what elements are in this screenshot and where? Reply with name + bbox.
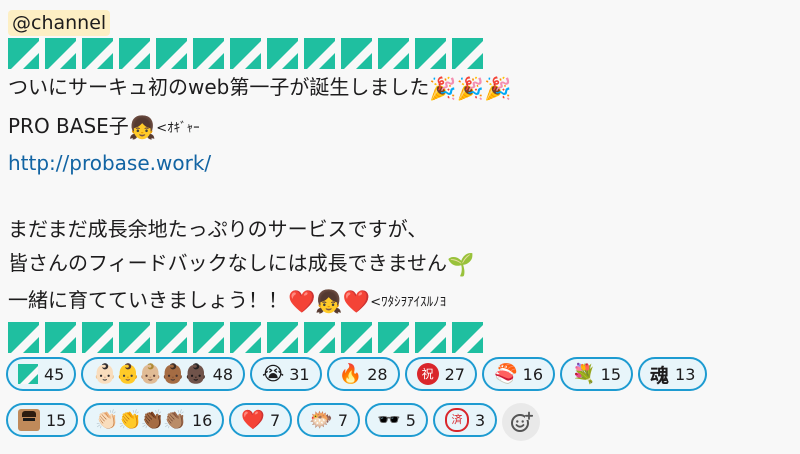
reaction-celebrate[interactable]: 祝 27 bbox=[404, 357, 477, 391]
reactions-row-2: 15 👏🏻👏👏🏾👏🏽 16 ❤️ 7 🐡 7 🕶️ 5 済 3 bbox=[6, 403, 796, 441]
tile-emoji-icon bbox=[230, 38, 261, 69]
reaction-sushi[interactable]: 🍣 16 bbox=[481, 357, 555, 391]
reaction-count: 7 bbox=[270, 410, 281, 430]
reaction-count: 5 bbox=[405, 410, 416, 430]
reaction-babies[interactable]: 👶🏻👶👶🏼👶🏾👶🏿 48 bbox=[81, 357, 246, 391]
reaction-count: 45 bbox=[44, 364, 65, 384]
message-line-1: ついにサーキュ初のweb第一子が誕生しました🎉🎉🎉 bbox=[8, 70, 792, 107]
tile-emoji-icon bbox=[45, 322, 76, 353]
tile-emoji-icon bbox=[341, 38, 372, 69]
reaction-soul[interactable]: 魂 13 bbox=[638, 357, 708, 391]
tile-icon bbox=[18, 364, 38, 384]
bouquet-icon: 💐 bbox=[572, 362, 596, 385]
reaction-done[interactable]: 済 3 bbox=[432, 403, 498, 437]
tile-emoji-icon bbox=[415, 38, 446, 69]
reactions-row-1: 45 👶🏻👶👶🏼👶🏾👶🏿 48 😭 31 🔥 28 祝 27 🍣 16 💐 15 bbox=[6, 357, 796, 395]
reaction-fire[interactable]: 🔥 28 bbox=[326, 357, 400, 391]
tile-emoji-icon bbox=[230, 322, 261, 353]
line4-text: 皆さんのフィードバックなしには成長できません bbox=[8, 251, 447, 275]
reaction-tile[interactable]: 45 bbox=[6, 357, 77, 391]
probase-link[interactable]: http://probase.work/ bbox=[8, 151, 211, 175]
tile-emoji-icon bbox=[267, 322, 298, 353]
seedling-icon: 🌱 bbox=[447, 253, 475, 278]
avatar-image-icon bbox=[18, 409, 40, 431]
tile-emoji-icon bbox=[304, 38, 335, 69]
heart-icon: ❤️ bbox=[241, 408, 265, 431]
tile-emoji-icon bbox=[8, 38, 39, 69]
reaction-sunglasses[interactable]: 🕶️ 5 bbox=[365, 403, 428, 437]
tile-emoji-icon bbox=[193, 322, 224, 353]
sushi-icon: 🍣 bbox=[493, 362, 518, 385]
fire-icon: 🔥 bbox=[338, 362, 363, 385]
tile-emoji-icon bbox=[119, 38, 150, 69]
reactions-bar: 45 👶🏻👶👶🏼👶🏾👶🏿 48 😭 31 🔥 28 祝 27 🍣 16 💐 15 bbox=[6, 357, 796, 449]
tile-emoji-icon bbox=[415, 322, 446, 353]
tile-emoji-icon bbox=[341, 322, 372, 353]
baby-faces-icon: 👶🏻👶👶🏼👶🏾👶🏿 bbox=[93, 362, 207, 385]
girl-icon: 👧 bbox=[128, 116, 157, 141]
line2-small-text: <ｵｷﾞｬｰ bbox=[156, 121, 200, 136]
sunglasses-icon: 🕶️ bbox=[377, 408, 401, 431]
done-stamp-icon: 済 bbox=[444, 408, 469, 432]
message-line-3: まだまだ成長余地たっぷりのサービスですが、 bbox=[8, 212, 792, 246]
reaction-count: 28 bbox=[367, 364, 388, 384]
reaction-count: 31 bbox=[289, 364, 310, 384]
tile-emoji-icon bbox=[267, 38, 298, 69]
message-line-5: 一緒に育てていきましょう！！❤️👧❤️<ﾜﾀｼｦｱｲｽﾙﾉﾖ bbox=[8, 283, 792, 320]
reaction-count: 15 bbox=[600, 364, 622, 384]
tile-emoji-icon bbox=[45, 38, 76, 69]
line3-text: まだまだ成長余地たっぷりのサービスですが、 bbox=[8, 217, 428, 241]
message-line-4: 皆さんのフィードバックなしには成長できません🌱 bbox=[8, 246, 792, 283]
reaction-count: 15 bbox=[46, 410, 67, 430]
reaction-creature[interactable]: 🐡 7 bbox=[297, 403, 361, 437]
reaction-count: 13 bbox=[675, 364, 696, 384]
reaction-count: 27 bbox=[444, 364, 465, 384]
tile-emoji-icon bbox=[378, 322, 409, 353]
line2-text: PRO BASE子 bbox=[8, 114, 129, 138]
reaction-count: 3 bbox=[474, 410, 486, 430]
reaction-avatar[interactable]: 15 bbox=[6, 403, 79, 437]
party-popper-icon: 🎉🎉🎉 bbox=[429, 77, 512, 102]
channel-mention[interactable]: @channel bbox=[8, 10, 111, 36]
message-line-2: PRO BASE子👧<ｵｷﾞｬｰ bbox=[8, 109, 792, 146]
heart-girl-heart-icon: ❤️👧❤️ bbox=[288, 290, 371, 315]
clapping-hands-icon: 👏🏻👏👏🏾👏🏽 bbox=[95, 408, 187, 431]
tile-emoji-icon bbox=[119, 322, 150, 353]
message-body: @channel ついにサーキュ初のweb第一子が誕生しました🎉🎉🎉 PRO B… bbox=[8, 10, 792, 354]
tile-emoji-icon bbox=[82, 38, 113, 69]
add-reaction-button[interactable] bbox=[502, 403, 541, 441]
reaction-clap[interactable]: 👏🏻👏👏🏾👏🏽 16 bbox=[83, 403, 225, 437]
reaction-count: 16 bbox=[192, 410, 213, 430]
crying-face-icon: 😭 bbox=[262, 362, 284, 385]
tile-emoji-icon bbox=[452, 322, 483, 353]
tile-emoji-icon bbox=[156, 38, 187, 69]
blowfish-icon: 🐡 bbox=[309, 408, 333, 431]
tile-emoji-row-top bbox=[8, 38, 792, 70]
message-link-line: http://probase.work/ bbox=[8, 146, 792, 180]
tile-emoji-row-bottom bbox=[8, 322, 792, 354]
reaction-sob[interactable]: 😭 31 bbox=[250, 357, 322, 391]
line1-text: ついにサーキュ初のweb第一子が誕生しました bbox=[8, 75, 430, 99]
reaction-count: 48 bbox=[212, 364, 234, 384]
soul-kanji-icon: 魂 bbox=[650, 364, 670, 387]
reaction-count: 7 bbox=[337, 410, 349, 430]
reaction-heart[interactable]: ❤️ 7 bbox=[229, 403, 293, 437]
line5-text: 一緒に育てていきましょう！！ bbox=[8, 288, 288, 312]
celebrate-kanji-icon: 祝 bbox=[416, 363, 439, 385]
reaction-bouquet[interactable]: 💐 15 bbox=[560, 357, 634, 391]
tile-emoji-icon bbox=[304, 322, 335, 353]
tile-emoji-icon bbox=[193, 38, 224, 69]
add-reaction-icon bbox=[511, 411, 534, 432]
tile-emoji-icon bbox=[82, 322, 113, 353]
line5-small-text: <ﾜﾀｼｦｱｲｽﾙﾉﾖ bbox=[370, 295, 447, 310]
reaction-count: 16 bbox=[522, 364, 543, 384]
tile-emoji-icon bbox=[156, 322, 187, 353]
tile-emoji-icon bbox=[452, 38, 483, 69]
tile-emoji-icon bbox=[8, 322, 39, 353]
tile-emoji-icon bbox=[378, 38, 409, 69]
